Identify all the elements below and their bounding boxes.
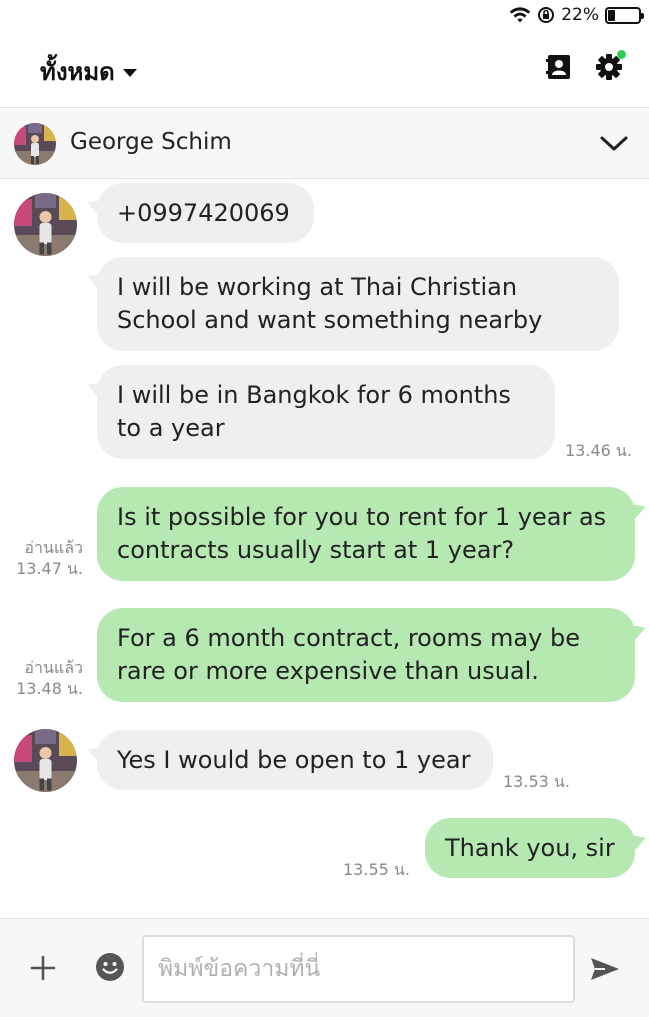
read-status: อ่านแล้ว	[24, 658, 83, 677]
message-text: I will be in Bangkok for 6 months to a y…	[117, 381, 511, 442]
avatar[interactable]	[14, 193, 77, 256]
notification-dot	[617, 50, 626, 59]
read-receipt: อ่านแล้ว 13.48 น.	[13, 657, 83, 699]
send-icon[interactable]	[589, 955, 621, 983]
message-bubble[interactable]: For a 6 month contract, rooms may be rar…	[97, 608, 635, 702]
emoji-icon[interactable]	[95, 952, 125, 982]
message-text: Is it possible for you to rent for 1 yea…	[117, 503, 607, 564]
chevron-down-icon[interactable]	[599, 131, 629, 157]
battery-percentage: 22%	[561, 5, 599, 25]
avatar[interactable]	[14, 729, 77, 792]
status-bar: 22%	[0, 0, 649, 32]
message-timestamp: 13.48 น.	[16, 679, 83, 698]
message-text: For a 6 month contract, rooms may be rar…	[117, 624, 580, 685]
read-receipt: อ่านแล้ว 13.47 น.	[13, 537, 83, 579]
message-text: Thank you, sir	[445, 833, 615, 862]
read-status: อ่านแล้ว	[24, 538, 83, 557]
chat-filter-label: ทั้งหมด	[40, 58, 115, 86]
message-bubble[interactable]: +0997420069	[97, 183, 314, 243]
rotation-lock-icon	[538, 7, 555, 23]
battery-icon	[605, 6, 644, 24]
battery-level	[608, 9, 616, 21]
message-text: I will be working at Thai Christian Scho…	[117, 273, 543, 334]
message-list[interactable]: +0997420069 I will be working at Thai Ch…	[0, 180, 649, 918]
avatar[interactable]	[14, 123, 56, 165]
message-text: +0997420069	[117, 198, 290, 227]
message-bubble[interactable]: I will be in Bangkok for 6 months to a y…	[97, 365, 555, 459]
caret-down-icon	[122, 68, 137, 77]
message-bubble[interactable]: I will be working at Thai Christian Scho…	[97, 257, 619, 351]
contact-name: George Schim	[70, 129, 232, 155]
message-text: Yes I would be open to 1 year	[117, 745, 471, 774]
plus-icon[interactable]	[28, 953, 58, 983]
message-bubble[interactable]: Yes I would be open to 1 year	[97, 730, 493, 790]
message-timestamp: 13.46 น.	[565, 441, 632, 460]
chat-title-bar[interactable]: George Schim	[0, 109, 649, 179]
gear-icon[interactable]	[594, 50, 626, 82]
message-timestamp: 13.55 น.	[343, 860, 410, 879]
message-timestamp: 13.53 น.	[503, 772, 570, 791]
wifi-icon	[510, 7, 531, 23]
message-composer	[0, 918, 649, 1017]
message-timestamp: 13.47 น.	[16, 559, 83, 578]
app-header: ทั้งหมด	[0, 32, 649, 108]
status-indicators: 22%	[509, 4, 644, 26]
chat-filter-dropdown[interactable]: ทั้งหมด	[40, 52, 137, 91]
message-input[interactable]	[142, 935, 575, 1003]
message-bubble[interactable]: Is it possible for you to rent for 1 yea…	[97, 487, 635, 581]
message-bubble[interactable]: Thank you, sir	[425, 818, 635, 878]
contact-book-icon[interactable]	[544, 52, 574, 82]
